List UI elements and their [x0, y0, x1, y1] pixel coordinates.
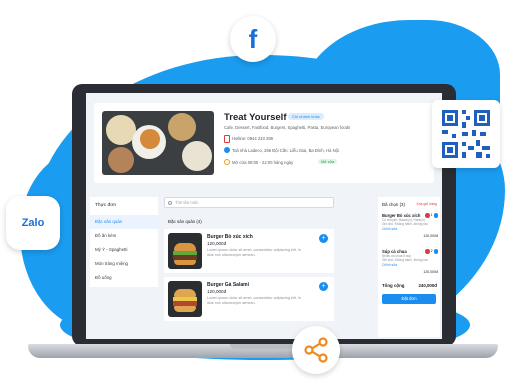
search-placeholder: Tìm tên món	[175, 200, 199, 205]
order-line: Burger Bò xúc xích 1 Có chuyện, Bacon(x)…	[382, 213, 438, 243]
address: Toà nhà Ladeco, 266 Đội Cấn, Liễu Giai, …	[232, 148, 339, 153]
add-item-button[interactable]: +	[319, 282, 328, 291]
search-icon	[168, 200, 172, 205]
zalo-button[interactable]: Zalo	[6, 196, 60, 250]
item-price: 120,000đ	[207, 289, 227, 294]
order-panel: Đã chọn (3) Xóa giỏ hàng Burger Bò xúc x…	[378, 197, 440, 337]
zalo-icon: Zalo	[21, 217, 45, 229]
order-line-amount: 120,000đ	[423, 234, 438, 238]
order-line: Súp cà chua 2 Nhiều cà chua ít súp Ghi c…	[382, 249, 438, 279]
category-sidebar: Thực đơn Đặc sản quán Đồ ăn kèm Mỳ Ý - S…	[90, 197, 158, 287]
section-title: Đặc sản quán (4)	[168, 219, 202, 224]
edit-link[interactable]: Chỉnh sửa	[382, 263, 438, 267]
item-price: 120,000đ	[207, 241, 227, 246]
total-value: 240,000đ	[418, 283, 437, 288]
location-icon	[224, 147, 230, 153]
total-label: Tổng cộng	[382, 283, 405, 288]
order-line-amount: 120,000đ	[423, 270, 438, 274]
branch-badge[interactable]: Chi nhánh khác	[288, 113, 324, 120]
burger-image	[168, 233, 202, 269]
item-description: Lorem ipsum dolor sit amet, consectetur …	[207, 296, 301, 305]
category-item-dac-san[interactable]: Đặc sản quán	[90, 215, 158, 229]
place-order-button[interactable]: Đặt đơn	[382, 294, 436, 304]
share-button[interactable]	[292, 326, 340, 374]
increase-button[interactable]	[433, 249, 438, 254]
restaurant-name: Treat Yourself	[224, 112, 287, 123]
burger-image	[168, 281, 202, 317]
increase-button[interactable]	[433, 213, 438, 218]
decrease-button[interactable]	[425, 249, 430, 254]
facebook-icon: f	[248, 23, 258, 54]
decrease-button[interactable]	[425, 213, 430, 218]
list-item[interactable]: Burger Gà Salami 120,000đ Lorem ipsum do…	[164, 277, 334, 321]
category-item-trang-mieng[interactable]: Món tráng miệng	[90, 257, 158, 271]
restaurant-cuisines: Cafe, Dessert, Fastfood, Burgers, Spaghe…	[224, 125, 351, 130]
restaurant-header: Treat Yourself Chi nhánh khác Cafe, Dess…	[94, 103, 434, 183]
hotline: Hotline: 0944 233 288	[232, 136, 273, 141]
search-input[interactable]: Tìm tên món	[164, 197, 334, 208]
category-item-spaghetti[interactable]: Mỳ Ý - Spaghetti	[90, 243, 158, 257]
quantity-value: 2	[430, 249, 433, 254]
list-item[interactable]: Burger Bò xúc xích 120,000đ Lorem ipsum …	[164, 229, 334, 273]
qr-code-icon	[442, 110, 490, 158]
item-name: Burger Bò xúc xích	[207, 234, 253, 240]
quantity-stepper[interactable]: 2	[425, 249, 438, 254]
phone-icon	[224, 135, 230, 143]
app-screen: Treat Yourself Chi nhánh khác Cafe, Dess…	[86, 93, 442, 339]
share-icon	[304, 337, 328, 363]
place-order-label: Đặt đơn	[401, 296, 417, 301]
category-item-do-an-kem[interactable]: Đồ ăn kèm	[90, 229, 158, 243]
restaurant-cover-image	[102, 111, 214, 175]
facebook-button[interactable]: f	[230, 16, 276, 62]
clear-cart-button[interactable]: Xóa giỏ hàng	[416, 202, 437, 206]
laptop-notch	[230, 344, 294, 349]
status-badge: Mở cửa	[318, 159, 338, 164]
item-description: Lorem ipsum dolor sit amet, consectetur …	[207, 248, 301, 257]
clock-icon	[224, 159, 230, 165]
menu-list: Tìm tên món Đặc sản quán (4) Burger Bò x…	[164, 197, 334, 337]
category-item-do-uong[interactable]: Đồ uống	[90, 271, 158, 285]
add-item-button[interactable]: +	[319, 234, 328, 243]
opening-hours: Mở cửa 08:00 - 22:00 hàng ngày	[232, 160, 294, 165]
order-header: Đã chọn (3)	[382, 202, 405, 207]
qr-code-card[interactable]	[432, 100, 500, 168]
quantity-stepper[interactable]: 1	[425, 213, 438, 218]
menu-header: Thực đơn	[95, 203, 117, 208]
quantity-value: 1	[430, 213, 433, 218]
item-name: Burger Gà Salami	[207, 282, 249, 288]
edit-link[interactable]: Chỉnh sửa	[382, 227, 438, 231]
